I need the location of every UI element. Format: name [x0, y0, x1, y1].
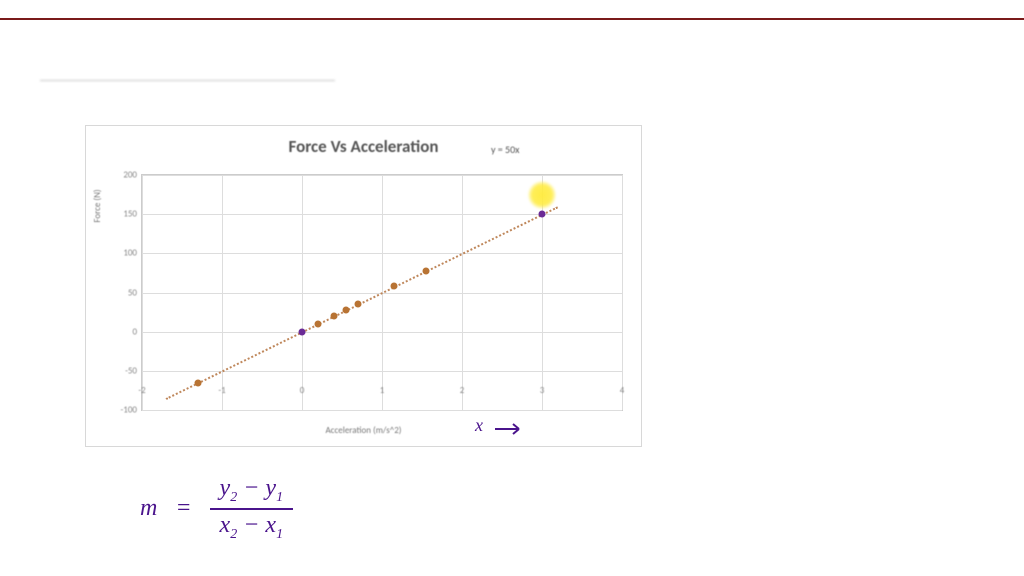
grid-line-v: [142, 175, 143, 410]
formula-fraction: y2 − y1 x2 − x1: [210, 475, 294, 543]
chart-x-axis-label: Acceleration (m/s^2): [86, 425, 641, 436]
y-tick-label: 0: [97, 326, 137, 337]
chart-data-point: [423, 267, 430, 274]
cursor-highlight: [528, 181, 556, 209]
x-tick-label: 4: [620, 385, 625, 396]
handwritten-x-arrow: [495, 420, 525, 438]
chart-data-point: [355, 301, 362, 308]
slide-content: y Force Vs Acceleration y = 50x Force (N…: [0, 20, 1024, 576]
chart-data-point: [331, 313, 338, 320]
handwritten-x-label: x: [475, 415, 483, 436]
y-tick-label: -50: [97, 365, 137, 376]
grid-line-v: [222, 175, 223, 410]
chart-data-point: [315, 320, 322, 327]
y-tick-label: -100: [97, 405, 137, 416]
chart-title: Force Vs Acceleration: [86, 136, 641, 157]
chart-data-point: [195, 379, 202, 386]
x-tick-label: 3: [540, 385, 545, 396]
chart-data-point: [539, 211, 546, 218]
chart-container: Force Vs Acceleration y = 50x Force (N) …: [85, 125, 642, 447]
formula-denominator: x2 − x1: [210, 510, 294, 543]
x-tick-label: 0: [300, 385, 305, 396]
y-tick-label: 200: [97, 170, 137, 181]
chart-equation: y = 50x: [491, 143, 520, 156]
grid-line-v: [462, 175, 463, 410]
formula-lhs: m: [140, 495, 157, 522]
chart-y-axis-label: Force (N): [92, 171, 103, 241]
chart-data-point: [343, 306, 350, 313]
chart-data-point: [391, 283, 398, 290]
x-tick-label: -2: [138, 385, 145, 396]
grid-line-h: [142, 410, 622, 411]
handwritten-slope-formula: m = y2 − y1 x2 − x1: [140, 475, 293, 543]
title-underline: [40, 80, 335, 81]
x-tick-label: 2: [460, 385, 465, 396]
chart-plot-area: -100-50050100150200-2-101234: [141, 174, 623, 411]
grid-line-v: [302, 175, 303, 410]
y-tick-label: 50: [97, 287, 137, 298]
y-tick-label: 100: [97, 248, 137, 259]
formula-numerator: y2 − y1: [210, 475, 294, 510]
x-tick-label: 1: [380, 385, 385, 396]
x-tick-label: -1: [218, 385, 225, 396]
grid-line-v: [622, 175, 623, 410]
y-tick-label: 150: [97, 209, 137, 220]
formula-equals: =: [175, 495, 191, 522]
chart-data-point: [299, 328, 306, 335]
